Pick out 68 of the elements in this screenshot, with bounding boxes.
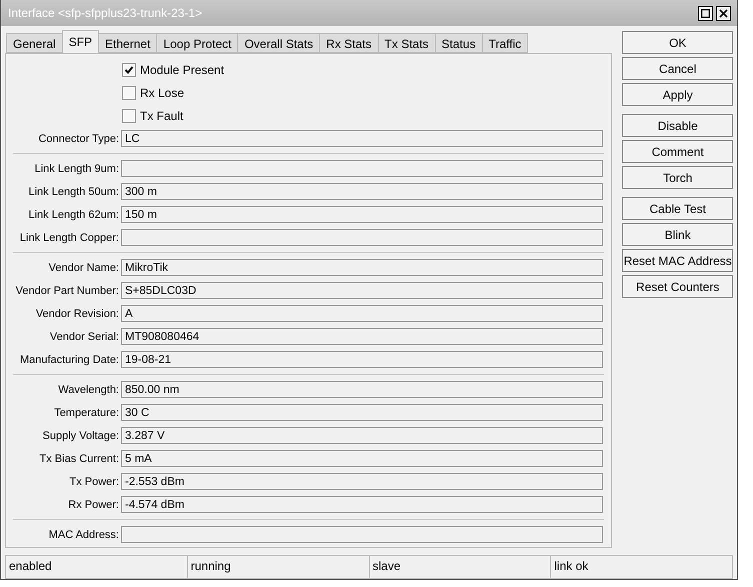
field-label: Connector Type: xyxy=(37,132,120,144)
maximize-icon xyxy=(701,8,710,18)
field-label: Vendor Revision: xyxy=(34,308,120,320)
status-cell: link ok xyxy=(550,556,732,578)
input-field[interactable]: 19-08-21 xyxy=(121,351,604,368)
input-field[interactable]: 150 m xyxy=(121,206,604,223)
input-field[interactable] xyxy=(121,160,604,177)
action-button[interactable]: Disable xyxy=(622,114,733,137)
field-label: Temperature: xyxy=(53,406,120,418)
checkbox-label: Rx Lose xyxy=(140,86,184,100)
input-field[interactable] xyxy=(121,229,604,246)
status-cell: running xyxy=(186,556,368,578)
field-label: Manufacturing Date: xyxy=(18,354,120,366)
action-button[interactable]: Blink xyxy=(622,223,733,246)
field-label: Link Length 62um: xyxy=(27,208,120,220)
input-field[interactable]: A xyxy=(121,305,604,322)
field-label: Tx Power: xyxy=(68,476,120,488)
input-field[interactable]: 300 m xyxy=(121,183,604,200)
field-label: Supply Voltage: xyxy=(42,430,120,442)
field-label: Link Length 50um: xyxy=(27,186,120,198)
input-field[interactable]: MikroTik xyxy=(121,259,604,276)
action-button[interactable]: Torch xyxy=(622,166,733,189)
checkbox[interactable] xyxy=(122,62,136,76)
action-button[interactable]: Apply xyxy=(622,83,733,106)
action-button[interactable]: Reset MAC Address xyxy=(622,249,733,272)
status-cell-text: enabled xyxy=(8,558,53,575)
tab[interactable]: Rx Stats xyxy=(319,33,379,53)
tab[interactable]: General xyxy=(6,33,63,53)
checkbox[interactable] xyxy=(122,86,136,100)
input-field[interactable]: LC xyxy=(121,130,604,147)
field-label: Rx Power: xyxy=(67,498,120,510)
action-button[interactable]: Reset Counters xyxy=(622,275,733,298)
action-button[interactable]: Cancel xyxy=(622,57,733,80)
field-label: Wavelength: xyxy=(57,384,120,396)
input-field[interactable]: S+85DLC03D xyxy=(121,282,604,299)
action-button[interactable]: OK xyxy=(622,31,733,54)
input-field[interactable]: 5 mA xyxy=(121,450,604,467)
tab[interactable]: Traffic xyxy=(482,33,528,53)
input-field[interactable]: 30 C xyxy=(121,404,604,421)
input-field[interactable]: 850.00 nm xyxy=(121,381,604,398)
checkbox-label: Module Present xyxy=(140,62,224,76)
input-field[interactable]: -4.574 dBm xyxy=(121,496,604,513)
tab[interactable]: Ethernet xyxy=(98,33,158,53)
field-label: MAC Address: xyxy=(48,528,120,540)
tab[interactable]: Overall Stats xyxy=(237,33,320,53)
field-label: Vendor Serial: xyxy=(48,330,120,342)
tab[interactable]: Tx Stats xyxy=(378,33,436,53)
tab[interactable]: Status xyxy=(434,33,483,53)
window-title: Interface <sfp-sfpplus23-trunk-23-1> xyxy=(8,6,202,20)
input-field[interactable]: 3.287 V xyxy=(121,427,604,444)
field-label: Vendor Part Number: xyxy=(14,284,120,296)
field-label: Link Length 9um: xyxy=(34,162,120,174)
action-button[interactable]: Cable Test xyxy=(622,197,733,220)
input-field[interactable]: MT908080464 xyxy=(121,328,604,345)
field-label: Link Length Copper: xyxy=(18,232,120,244)
close-icon xyxy=(719,8,728,18)
maximize-button[interactable] xyxy=(698,6,713,20)
tab[interactable]: Loop Protect xyxy=(156,33,238,53)
checkbox[interactable] xyxy=(122,108,136,122)
field-label: Tx Bias Current: xyxy=(38,452,120,464)
action-button[interactable]: Comment xyxy=(622,140,733,163)
checkbox-label: Tx Fault xyxy=(140,108,184,122)
status-cell: slave xyxy=(368,556,550,578)
field-label: Vendor Name: xyxy=(48,262,120,274)
input-field[interactable]: -2.553 dBm xyxy=(121,473,604,490)
close-button[interactable] xyxy=(716,6,731,20)
input-field[interactable] xyxy=(121,526,604,543)
checkmark-icon xyxy=(124,64,134,74)
